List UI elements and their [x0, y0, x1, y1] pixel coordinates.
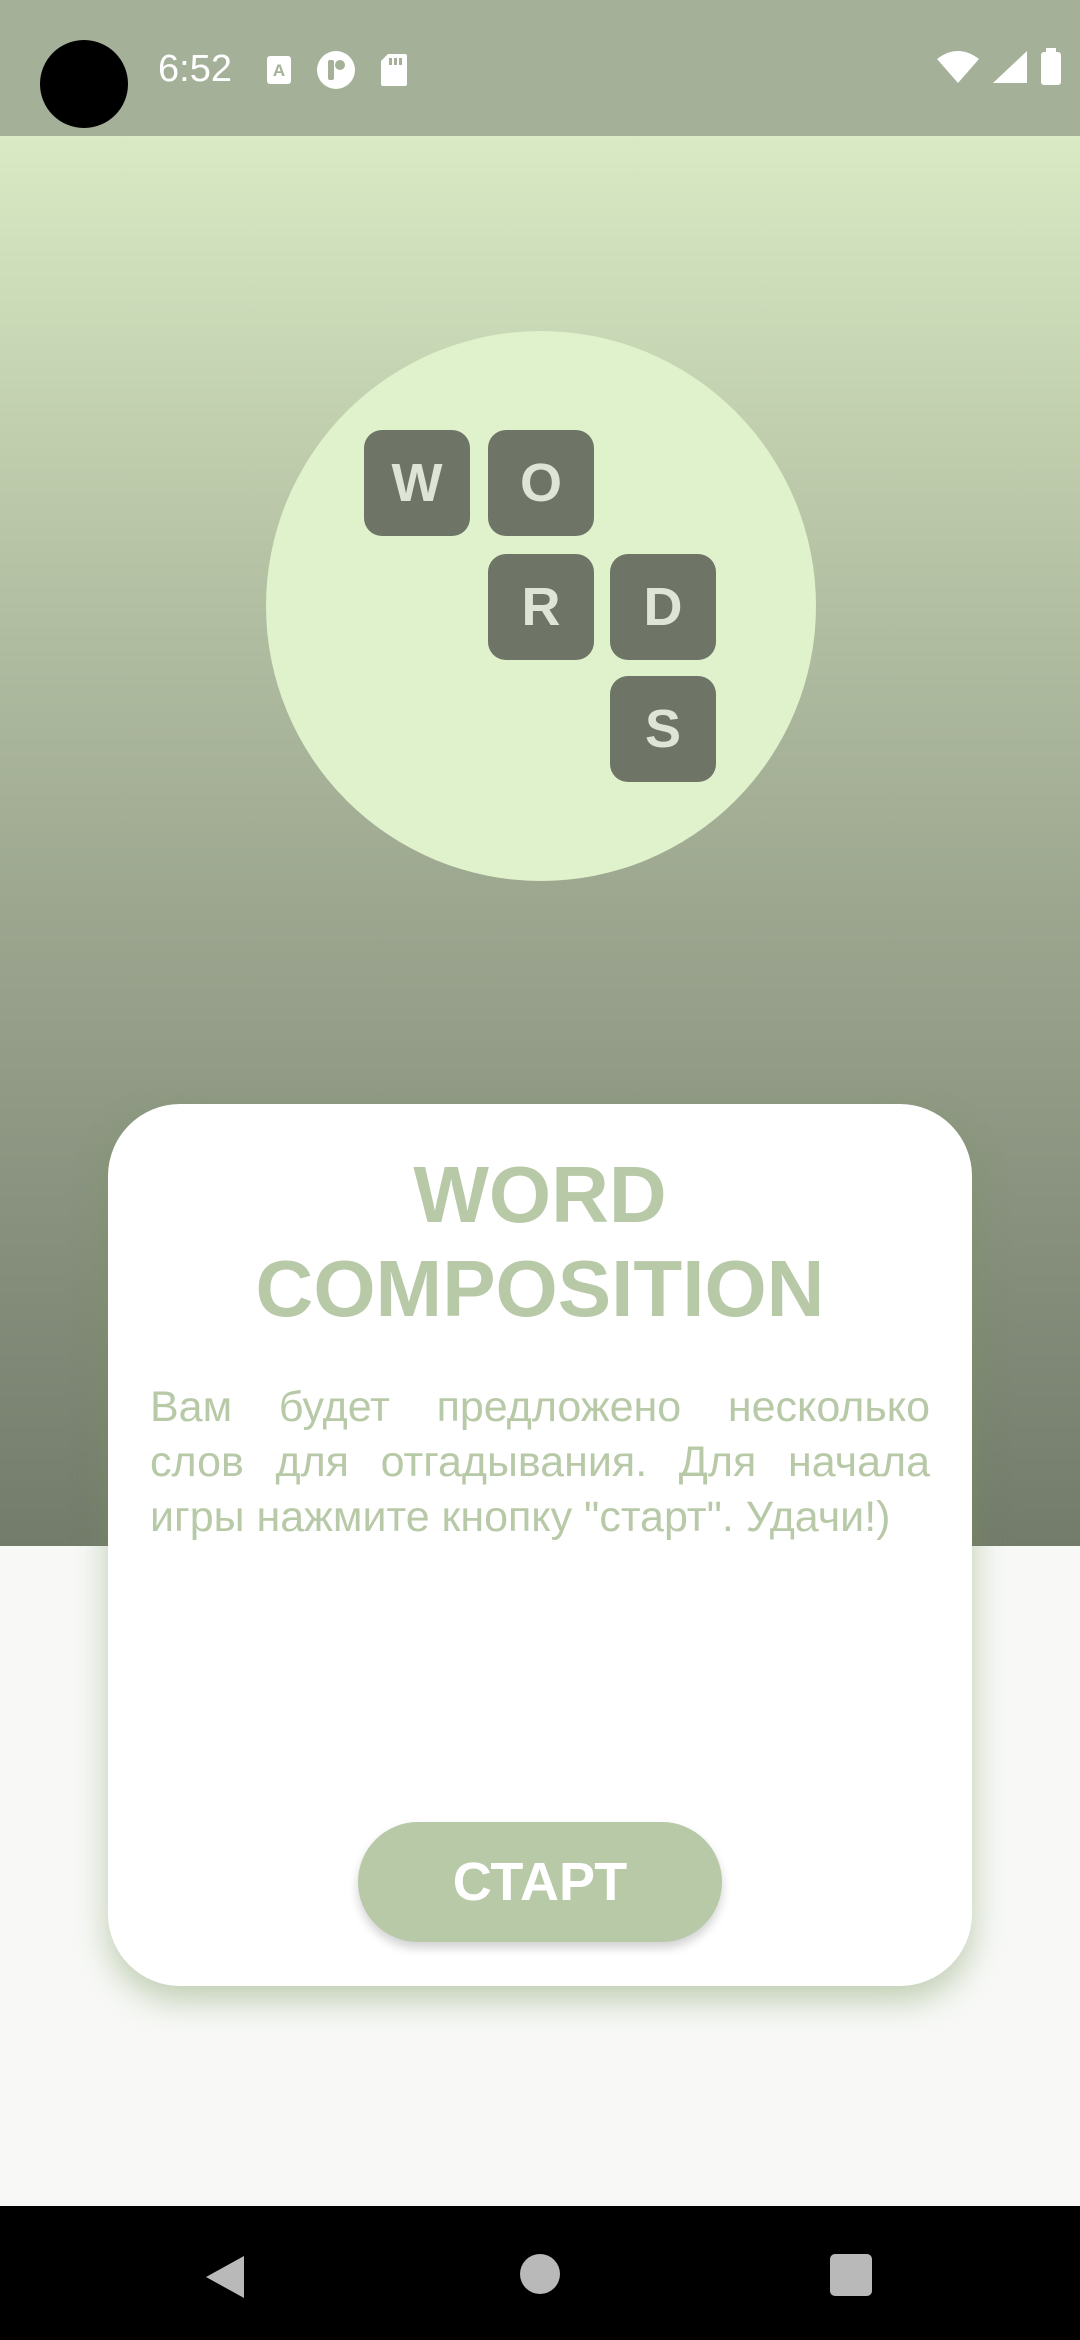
app-notification-icon [316, 50, 356, 95]
font-download-icon: A [266, 55, 292, 90]
wifi-icon [936, 50, 980, 89]
back-icon[interactable] [202, 2254, 246, 2305]
recents-icon[interactable] [830, 2254, 872, 2296]
logo-tile-r: R [488, 554, 594, 660]
status-bar: 6:52 A [0, 0, 1080, 136]
home-icon[interactable] [520, 2254, 560, 2294]
svg-text:A: A [273, 61, 285, 80]
camera-cutout [40, 40, 128, 128]
navigation-bar [0, 2206, 1080, 2340]
app-title: WORD COMPOSITION [108, 1148, 972, 1336]
intro-card: WORD COMPOSITION Вам будет предложено не… [108, 1104, 972, 1986]
status-icons-left: A [266, 50, 408, 95]
description-text: Вам будет предложено несколько слов для … [150, 1383, 930, 1541]
app-title-line1: WORD [413, 1150, 667, 1239]
logo-tile-w: W [364, 430, 470, 536]
sd-card-icon [380, 53, 408, 92]
status-icons-right [936, 48, 1062, 91]
start-button[interactable]: СТАРТ [358, 1822, 722, 1942]
logo-tile-d: D [610, 554, 716, 660]
battery-icon [1040, 48, 1062, 91]
logo-tile-s: S [610, 676, 716, 782]
status-time: 6:52 [158, 48, 232, 90]
logo-tile-o: O [488, 430, 594, 536]
signal-icon [992, 50, 1028, 89]
app-title-line2: COMPOSITION [255, 1244, 825, 1333]
